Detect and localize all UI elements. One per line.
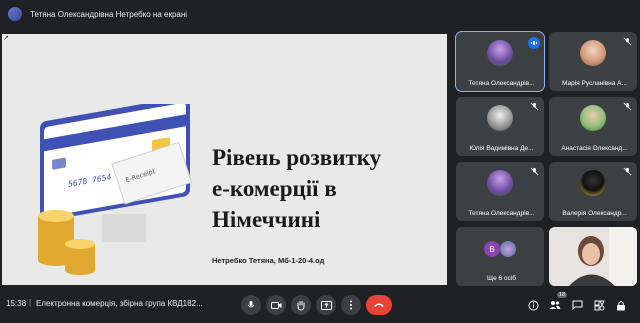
ecommerce-illustration: 5678 7654 3210 E-Receipt (38, 104, 193, 275)
bottom-bar: 15:38 | Електронна комерція, збірна груп… (0, 287, 640, 323)
presenter-avatar (8, 7, 22, 21)
lock-icon (617, 300, 625, 310)
slide-title: Рівень розвитку е-комерції в Німеччині (212, 142, 442, 235)
raise-hand-icon (297, 300, 305, 311)
top-bar: Тетяна Олександрівна Нетребко на екрані (0, 0, 640, 28)
mic-off-icon (623, 167, 632, 176)
participant-name: Анастасія Олександ... (561, 145, 628, 152)
mic-off-icon (623, 37, 632, 46)
end-call-icon (374, 303, 384, 307)
coin-stacks (38, 210, 95, 275)
participant-name: Марія Русланівна А... (562, 80, 627, 87)
self-video-tile[interactable] (549, 227, 637, 286)
shared-screen: ↗ 5678 7654 3210 E-Receipt Рівень розвит… (2, 34, 447, 285)
avatar (487, 105, 513, 131)
participant-tile[interactable]: Валерія Олександр... (549, 162, 637, 221)
activities-icon (594, 300, 605, 310)
avatar (580, 40, 606, 66)
mic-off-icon (530, 167, 539, 176)
slide-title-line: Німеччині (212, 207, 321, 232)
speaking-indicator-icon (528, 37, 540, 49)
separator: | (29, 298, 32, 307)
people-icon (549, 301, 561, 309)
chat-icon (572, 300, 582, 310)
present-screen-icon (320, 300, 332, 310)
activities-button[interactable] (590, 296, 608, 314)
participant-tile[interactable]: Марія Русланівна А... (549, 32, 637, 91)
microphone-icon (247, 301, 255, 308)
participant-name: Юлія Вадимівна Де... (469, 145, 534, 152)
presenting-label: Тетяна Олександрівна Нетребко на екрані (30, 9, 188, 19)
avatar (580, 105, 606, 131)
raise-hand-button[interactable] (291, 295, 311, 315)
participant-tile[interactable]: Анастасія Олександ... (549, 97, 637, 156)
participant-name: Тетяна Олександрів... (468, 210, 535, 217)
mic-off-icon (623, 102, 632, 111)
slide-author: Нетребко Тетяна, Мб-1-20-4.од (212, 256, 325, 265)
avatar (487, 170, 513, 196)
chat-button[interactable] (568, 296, 586, 314)
avatar (580, 170, 606, 196)
mic-off-icon (530, 102, 539, 111)
more-participants-tile[interactable]: В Ще 6 осіб (456, 227, 544, 286)
present-screen-button[interactable] (316, 295, 336, 315)
more-options-icon (350, 300, 352, 310)
participant-count-badge: 18 (557, 292, 568, 298)
people-button[interactable] (546, 296, 564, 314)
slide-corner-mark: ↗ (3, 35, 9, 42)
participant-tile[interactable]: Тетяна Олександрів... (456, 162, 544, 221)
slide-title-line: е-комерції в (212, 176, 337, 201)
more-options-button[interactable] (341, 295, 361, 315)
avatar (500, 241, 516, 257)
clock: 15:38 (6, 299, 27, 308)
microphone-button[interactable] (241, 295, 261, 315)
meeting-name: Електронна комерція, збірна група КВД182… (36, 299, 203, 308)
info-icon (528, 300, 538, 310)
host-controls-button[interactable] (612, 296, 630, 314)
participant-tile[interactable]: Тетяна Олександрів... (455, 31, 545, 92)
terminal-slot-shape (102, 214, 146, 242)
participant-tile[interactable]: Юлія Вадимівна Де... (456, 97, 544, 156)
more-participants-label: Ще 6 осіб (487, 275, 516, 282)
camera-button[interactable] (266, 295, 286, 315)
self-video-frame (549, 227, 637, 286)
info-button[interactable] (524, 296, 542, 314)
slide-title-line: Рівень розвитку (212, 145, 382, 170)
end-call-button[interactable] (366, 295, 392, 315)
participant-name: Тетяна Олександрів... (468, 80, 535, 87)
avatar: В (484, 241, 500, 257)
camera-icon (270, 301, 281, 309)
avatar (487, 40, 513, 66)
participant-name: Валерія Олександр... (562, 210, 627, 217)
